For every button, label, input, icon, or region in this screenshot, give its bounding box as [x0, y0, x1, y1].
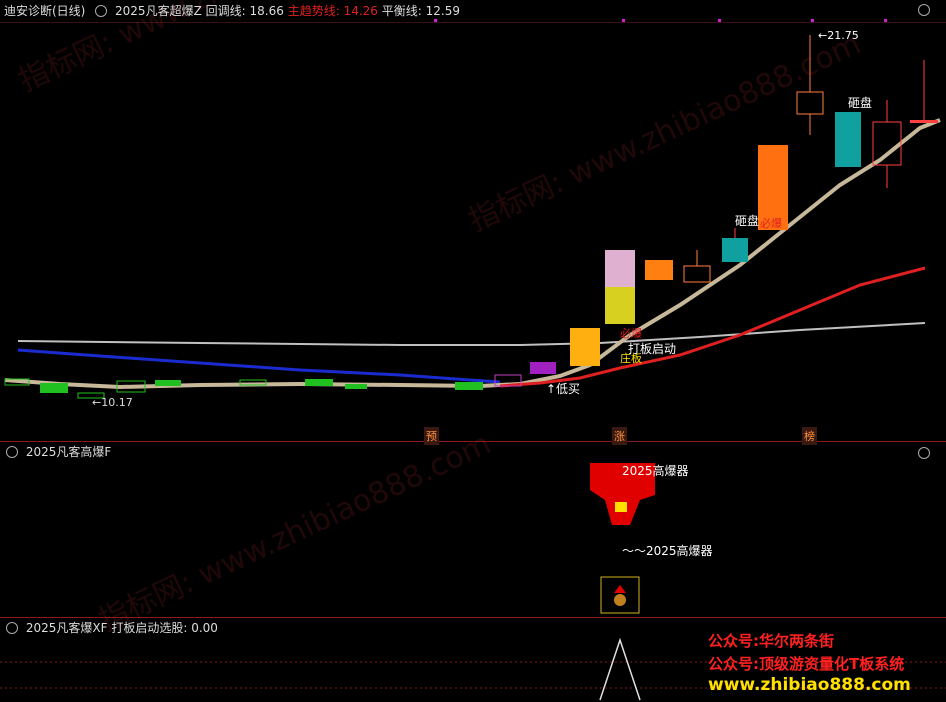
zhuang-label: 庄板 [620, 352, 642, 365]
settings-circle-icon[interactable] [6, 622, 18, 634]
stock-name[interactable]: 迪安诊断(日线) [4, 4, 85, 18]
indicator-name[interactable]: 2025凡客超爆Z [115, 4, 202, 18]
balance-value: 12.59 [425, 4, 460, 18]
marker-yu: 预 [424, 427, 439, 445]
trend-value: 14.26 [343, 4, 378, 18]
trend-label: 主趋势线: [287, 4, 340, 18]
balance-label: 平衡线: [381, 4, 422, 18]
panel3-field-label: 打板启动选股: [111, 621, 188, 635]
promo-3: www.zhibiao888.com [708, 675, 911, 695]
marker-zhang: 涨 [612, 427, 627, 445]
panel2-header: 2025凡客高爆F [0, 441, 111, 463]
collapse-icon-2[interactable] [918, 447, 930, 459]
panel3-title[interactable]: 2025凡客爆XF [26, 621, 108, 635]
panel3-field-value: 0.00 [191, 621, 218, 635]
high-label: ←21.75 [818, 29, 859, 42]
panel2-title[interactable]: 2025凡客高爆F [26, 445, 111, 459]
promo-1: 公众号:华尔两条街 [708, 632, 834, 650]
panel2-label1: 2025高爆器 [622, 464, 689, 478]
main-header: 迪安诊断(日线) 2025凡客超爆Z 回调线: 18.66 主趋势线: 14.2… [4, 0, 460, 22]
settings-circle-icon[interactable] [95, 5, 108, 17]
low-buy-label: ↑低买 [546, 382, 581, 396]
pullback-value: 18.66 [249, 4, 284, 18]
explode-label: 必爆 [760, 217, 782, 230]
smash-label-1: 砸盘 [848, 96, 873, 110]
panel2-label2: ～～2025高爆器 [622, 544, 713, 558]
marker-bang: 榜 [802, 427, 817, 445]
pullback-label: 回调线: [205, 4, 246, 18]
smash-label-2: 砸盘 [735, 214, 760, 228]
panel3-header: 2025凡客爆XF 打板启动选股: 0.00 [0, 617, 218, 639]
low-label: ←10.17 [92, 396, 133, 409]
collapse-icon[interactable] [918, 4, 930, 16]
settings-circle-icon[interactable] [6, 446, 18, 458]
promo-2: 公众号:顶级游资量化T板系统 [708, 655, 905, 673]
blast-label: 必爆 [620, 327, 642, 340]
